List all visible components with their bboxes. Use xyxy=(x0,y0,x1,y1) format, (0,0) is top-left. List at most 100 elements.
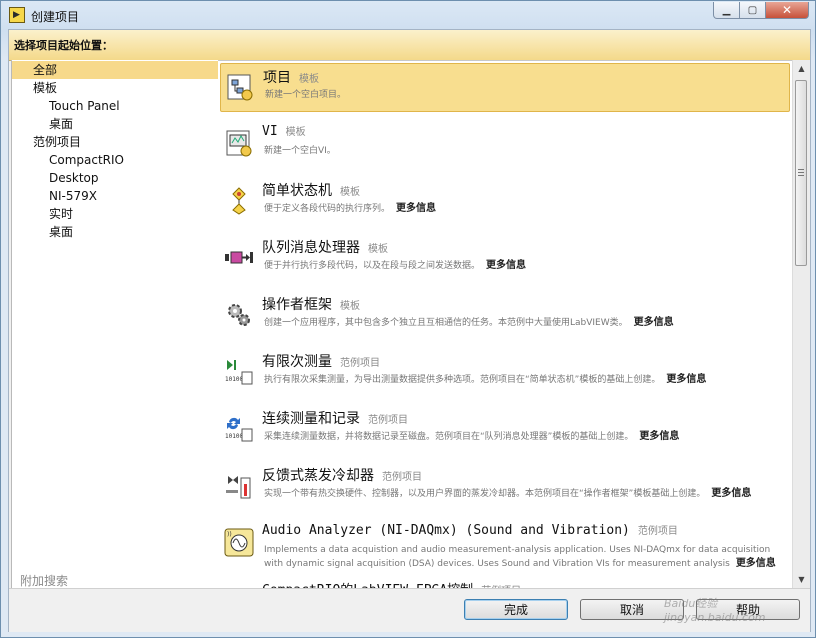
actor-framework-icon xyxy=(228,304,250,326)
more-info-link[interactable]: 更多信息 xyxy=(634,317,674,328)
scroll-thumb[interactable] xyxy=(795,80,807,266)
title-bar: ▶ 创建项目 ▁ ▢ ✕ xyxy=(1,1,815,29)
tree-item[interactable]: 桌面 xyxy=(12,223,73,241)
tree-item[interactable]: 全部 xyxy=(12,61,238,79)
item-description-text: 执行有限次采集测量，为导出测量数据提供多种选项。范例项目在“简单状态机”模板的基… xyxy=(264,375,661,385)
dialog-body: 选择项目起始位置： 全部 模板 Touch Panel 桌面 范例项目 CompactRI… xyxy=(8,29,811,632)
item-title: 反馈式蒸发冷却器 范例项目 xyxy=(262,465,422,485)
item-title: 连续测量和记录 范例项目 xyxy=(262,408,408,428)
tree-item[interactable]: 实时 xyxy=(12,205,73,223)
svg-text:)): )) xyxy=(227,531,232,538)
project-list-item[interactable]: )) Audio Analyzer (NI-DAQmx) (Sound and V… xyxy=(220,519,790,570)
project-list-item[interactable]: 反馈式蒸发冷却器 范例项目实现一个带有热交换硬件、控制器，以及用户界面的蒸发冷却器… xyxy=(220,462,790,511)
item-kind: 范例项目 xyxy=(340,358,380,369)
item-kind: 模板 xyxy=(340,187,360,198)
item-kind: 范例项目 xyxy=(368,415,408,426)
item-kind: 模板 xyxy=(368,244,388,255)
item-description-text: 便于定义各段代码的执行序列。 xyxy=(264,204,391,214)
item-description: 执行有限次采集测量，为导出测量数据提供多种选项。范例项目在“简单状态机”模板的基… xyxy=(264,373,784,387)
labview-app-icon: ▶ xyxy=(9,7,25,23)
project-list-item[interactable]: 简单状态机 模板便于定义各段代码的执行序列。 更多信息 xyxy=(220,177,790,226)
scroll-up-arrow[interactable]: ▲ xyxy=(793,60,810,77)
item-title: 有限次测量 范例项目 xyxy=(262,351,380,371)
item-title: 项目 模板 xyxy=(263,67,319,87)
item-description: 便于定义各段代码的执行序列。 更多信息 xyxy=(264,202,784,216)
more-info-link[interactable]: 更多信息 xyxy=(666,374,706,385)
tree-item[interactable]: 桌面 xyxy=(12,115,73,133)
item-description-text: Implements a data acquistion and audio m… xyxy=(264,545,771,569)
item-name: 操作者框架 xyxy=(262,297,332,313)
item-description: 新建一个空白项目。 xyxy=(265,89,785,102)
tree-item[interactable]: 模板 xyxy=(12,79,57,97)
item-name: VI xyxy=(262,124,278,139)
item-title: Audio Analyzer (NI-DAQmx) (Sound and Vib… xyxy=(262,522,678,538)
window-title: 创建项目 xyxy=(31,10,80,24)
project-list-item[interactable]: 101000 连续测量和记录 范例项目采集连续测量数据，并将数据记录至磁盘。范例项目… xyxy=(220,405,790,454)
more-info-link[interactable]: 更多信息 xyxy=(396,203,436,214)
item-name: 队列消息处理器 xyxy=(262,240,360,256)
project-list-item[interactable]: 队列消息处理器 模板便于并行执行多段代码，以及在段与段之间发送数据。 更多信息 xyxy=(220,234,790,283)
item-name: 有限次测量 xyxy=(262,354,332,370)
watermark: Baidu经验 jingyan.baidu.com xyxy=(664,597,766,624)
item-name: 项目 xyxy=(263,70,291,86)
item-title: 简单状态机 模板 xyxy=(262,180,360,200)
project-list-item[interactable]: 操作者框架 模板创建一个应用程序，其中包含多个独立且互相通信的任务。本范例中大量使… xyxy=(220,291,790,340)
more-info-link[interactable]: 更多信息 xyxy=(711,488,751,499)
tree-item[interactable]: Desktop xyxy=(12,169,99,187)
vi-icon xyxy=(226,130,252,157)
item-kind: 模板 xyxy=(285,127,306,138)
project-list-item[interactable]: 101000 有限次测量 范例项目执行有限次采集测量，为导出测量数据提供多种选项。范… xyxy=(220,348,790,397)
item-description-text: 新建一个空白VI。 xyxy=(264,146,336,156)
project-list-item[interactable]: 项目 模板新建一个空白项目。 xyxy=(220,63,790,112)
tree-item[interactable]: Touch Panel xyxy=(12,97,120,115)
item-kind: 范例项目 xyxy=(637,526,678,537)
more-info-link[interactable]: 更多信息 xyxy=(639,431,679,442)
category-tree: 全部 模板 Touch Panel 桌面 范例项目 CompactRIO Desktop NI… xyxy=(11,60,238,612)
state-machine-icon xyxy=(232,187,246,215)
create-project-window: ▶ 创建项目 ▁ ▢ ✕ 选择项目起始位置： 全部 模板 Touch Panel 桌面… xyxy=(0,0,816,638)
tree-item[interactable]: CompactRIO xyxy=(12,151,124,169)
project-template-list: 项目 模板 新建一个空白项目。 VI 模板 新建一个空白VI。 简单状态机 模板 便于定义各段代… xyxy=(218,60,792,589)
start-location-label: 选择项目起始位置： xyxy=(14,39,113,52)
item-name: 简单状态机 xyxy=(262,183,332,199)
item-description: 创建一个应用程序，其中包含多个独立且互相通信的任务。本范例中大量使用LabVIE… xyxy=(264,316,784,330)
tree-item[interactable]: 范例项目 xyxy=(12,133,81,151)
additional-search-label: 附加搜索 xyxy=(20,574,69,588)
item-name: Audio Analyzer (NI-DAQmx) (Sound and Vib… xyxy=(262,523,630,538)
close-button[interactable]: ✕ xyxy=(766,2,809,19)
item-description-text: 采集连续测量数据，并将数据记录至磁盘。范例项目在“队列消息处理器”模板的基础上创… xyxy=(264,432,634,442)
evaporative-cooler-icon xyxy=(226,476,251,499)
item-kind: 模板 xyxy=(299,74,319,85)
item-kind: 范例项目 xyxy=(382,472,422,483)
audio-analyzer-icon: )) xyxy=(224,528,254,557)
item-description-text: 创建一个应用程序，其中包含多个独立且互相通信的任务。本范例中大量使用LabVIE… xyxy=(264,318,628,328)
more-info-link[interactable]: 更多信息 xyxy=(486,260,526,271)
item-title: 队列消息处理器 模板 xyxy=(262,237,388,257)
project-list-item[interactable]: VI 模板新建一个空白VI。 xyxy=(220,120,790,169)
more-info-link[interactable]: 更多信息 xyxy=(736,558,776,569)
item-description-text: 便于并行执行多段代码，以及在段与段之间发送数据。 xyxy=(264,261,481,271)
list-scrollbar[interactable]: ▲ ▼ xyxy=(792,60,810,588)
item-description: 实现一个带有热交换硬件、控制器，以及用户界面的蒸发冷却器。本范例项目在“操作者框… xyxy=(264,487,784,501)
scroll-down-arrow[interactable]: ▼ xyxy=(793,571,810,588)
item-description: 采集连续测量数据，并将数据记录至磁盘。范例项目在“队列消息处理器”模板的基础上创… xyxy=(264,430,784,444)
minimize-button[interactable]: ▁ xyxy=(713,2,740,19)
maximize-button[interactable]: ▢ xyxy=(740,2,766,19)
item-name: 连续测量和记录 xyxy=(262,411,360,427)
item-kind: 模板 xyxy=(340,301,360,312)
item-description: 新建一个空白VI。 xyxy=(264,145,784,158)
continuous-measurement-icon: 101000 xyxy=(225,417,253,442)
item-title: VI 模板 xyxy=(262,123,306,139)
item-description-text: 实现一个带有热交换硬件、控制器，以及用户界面的蒸发冷却器。本范例项目在“操作者框… xyxy=(264,489,706,499)
project-icon xyxy=(227,74,253,101)
finish-button[interactable]: 完成 xyxy=(464,599,568,620)
finite-measurement-icon: 101000 xyxy=(225,360,253,385)
item-description: 便于并行执行多段代码，以及在段与段之间发送数据。 更多信息 xyxy=(264,259,784,273)
item-title: 操作者框架 模板 xyxy=(262,294,360,314)
item-name: 反馈式蒸发冷却器 xyxy=(262,468,374,484)
item-description-text: 新建一个空白项目。 xyxy=(265,90,347,100)
tree-item[interactable]: NI-579X xyxy=(12,187,97,205)
start-location-banner: 选择项目起始位置： xyxy=(9,30,810,61)
queue-handler-icon xyxy=(225,251,253,264)
item-description: Implements a data acquistion and audio m… xyxy=(264,544,784,570)
